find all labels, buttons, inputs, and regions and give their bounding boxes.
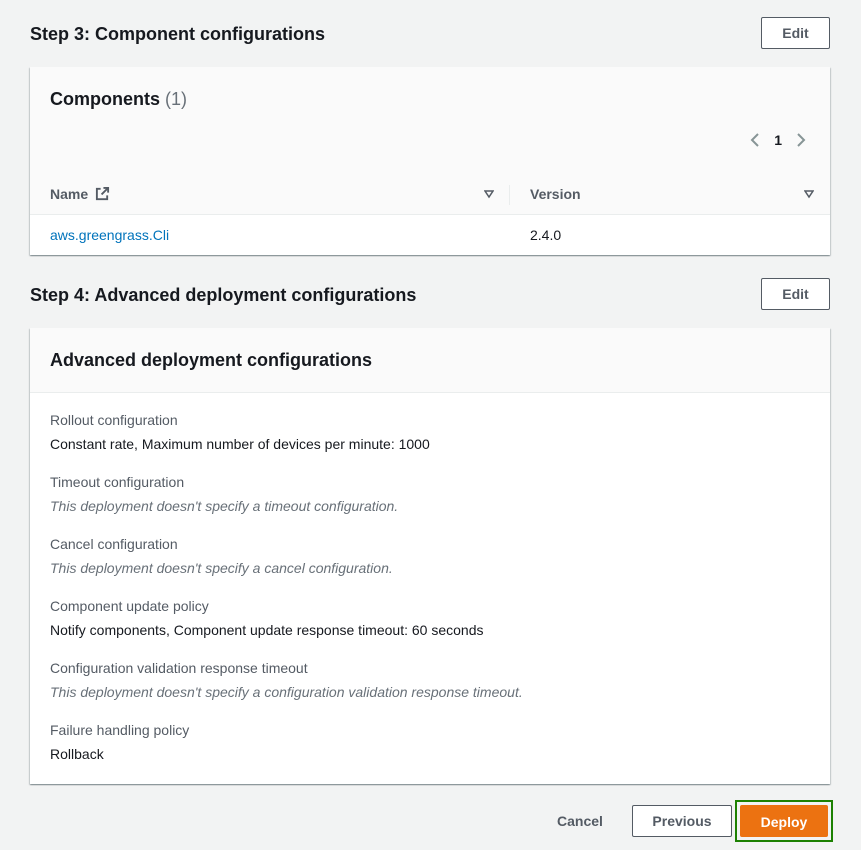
config-validation-timeout-value: This deployment doesn't specify a config…: [50, 684, 523, 700]
previous-button[interactable]: Previous: [632, 805, 732, 837]
advanced-config-panel: Advanced deployment configurations Rollo…: [30, 328, 830, 784]
table-row: aws.greengrass.Cli 2.4.0: [30, 215, 830, 255]
chevron-left-icon[interactable]: [750, 133, 760, 147]
chevron-right-icon[interactable]: [796, 133, 806, 147]
page-number[interactable]: 1: [774, 132, 782, 148]
step3-edit-button[interactable]: Edit: [761, 17, 830, 49]
components-panel-title: Components (1): [50, 89, 187, 110]
column-header-name[interactable]: Name: [50, 175, 110, 214]
component-version: 2.4.0: [530, 227, 562, 243]
advanced-config-panel-title: Advanced deployment configurations: [50, 350, 373, 370]
column-header-version[interactable]: Version: [530, 175, 581, 214]
cancel-config-value: This deployment doesn't specify a cancel…: [50, 560, 393, 576]
step4-title: Step 4: Advanced deployment configuratio…: [30, 285, 417, 305]
column-header-name-label: Name: [50, 186, 89, 202]
component-name-link[interactable]: aws.greengrass.Cli: [50, 215, 169, 255]
timeout-config-label: Timeout configuration: [50, 474, 185, 490]
cancel-button[interactable]: Cancel: [540, 804, 620, 837]
deploy-button[interactable]: Deploy: [740, 805, 828, 837]
step3-title: Step 3: Component configurations: [30, 24, 325, 44]
cancel-config-label: Cancel configuration: [50, 536, 178, 552]
advanced-config-panel-header: Advanced deployment configurations: [30, 328, 830, 393]
step3-header: Step 3: Component configurations Edit: [30, 17, 830, 51]
failure-handling-policy-value: Rollback: [50, 746, 104, 762]
components-panel-header: Components (1) 1: [30, 67, 830, 176]
components-count: (1): [165, 89, 188, 109]
rollout-config-value: Constant rate, Maximum number of devices…: [50, 436, 430, 452]
deploy-button-focus-ring: Deploy: [735, 800, 833, 842]
rollout-config-label: Rollout configuration: [50, 412, 178, 428]
external-link-icon: [95, 186, 110, 201]
config-validation-timeout-label: Configuration validation response timeou…: [50, 660, 308, 676]
column-divider[interactable]: [509, 185, 510, 205]
timeout-config-value: This deployment doesn't specify a timeou…: [50, 498, 399, 514]
components-panel: Components (1) 1 Name Version aws.greeng…: [30, 67, 830, 255]
sort-icon[interactable]: [804, 189, 814, 199]
sort-icon[interactable]: [484, 189, 494, 199]
step4-edit-button[interactable]: Edit: [761, 278, 830, 310]
pagination: 1: [750, 132, 806, 148]
failure-handling-policy-label: Failure handling policy: [50, 722, 190, 738]
component-update-policy-value: Notify components, Component update resp…: [50, 622, 484, 638]
step4-header: Step 4: Advanced deployment configuratio…: [30, 278, 830, 312]
table-header: Name Version: [30, 175, 830, 215]
components-title-text: Components: [50, 89, 160, 109]
component-update-policy-label: Component update policy: [50, 598, 209, 614]
